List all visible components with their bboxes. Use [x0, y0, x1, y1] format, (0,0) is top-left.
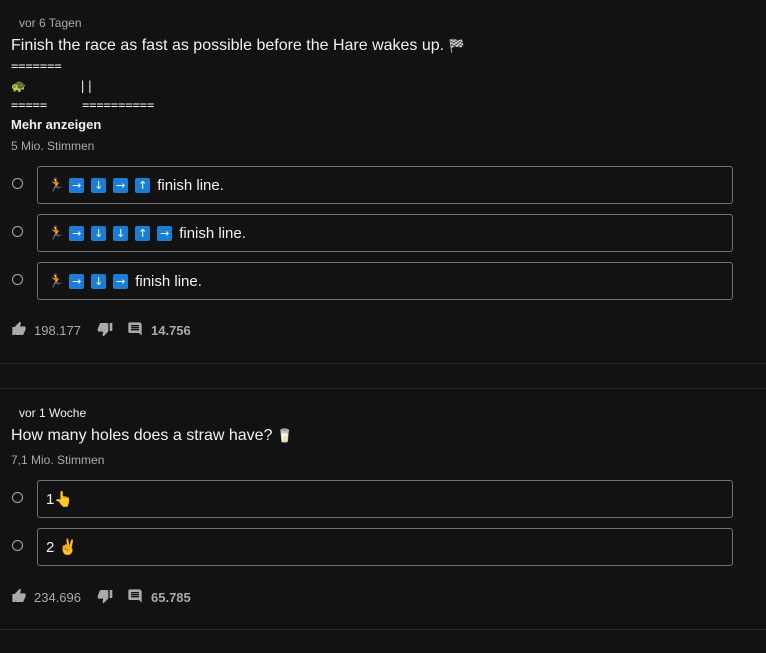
arrow-right-icon: → — [157, 225, 173, 241]
checkered-flag-icon: 🏁 — [448, 38, 465, 53]
poll-option[interactable]: 1👆 — [11, 480, 733, 518]
show-more-link[interactable]: Mehr anzeigen — [11, 117, 101, 132]
race-track-bottom-right: ========== — [82, 98, 155, 112]
post-title: How many holes does a straw have? 🥛 — [11, 427, 293, 445]
arrow-right-icon: → — [69, 225, 85, 241]
like-count: 198.177 — [34, 322, 81, 338]
poll-option-text: finish line. — [157, 176, 224, 194]
arrow-up-icon: ↑ — [135, 225, 151, 241]
thumb-down-icon[interactable] — [97, 321, 113, 340]
poll-option-text: 1👆 — [46, 491, 74, 508]
poll-option[interactable]: 🏃 → ↓ ↓ ↑ → finish line. — [11, 214, 733, 252]
runner-icon: 🏃 — [48, 225, 65, 240]
arrow-down-icon: ↓ — [91, 225, 107, 241]
poll-post: vor 6 Tagen Finish the race as fast as p… — [0, 0, 766, 362]
arrow-right-icon: → — [69, 273, 85, 289]
post-title-text: How many holes does a straw have? — [11, 427, 273, 444]
poll-option-box[interactable]: 1👆 — [37, 480, 733, 518]
poll-option-text: finish line. — [135, 272, 202, 290]
post-timestamp: vor 6 Tagen — [19, 16, 82, 30]
thumb-up-icon[interactable] — [11, 588, 27, 607]
tortoise-icon: 🐢 — [11, 79, 26, 93]
vote-count: 5 Mio. Stimmen — [11, 139, 95, 153]
poll-option-text: finish line. — [179, 224, 246, 242]
poll-option-box[interactable]: 🏃 → ↓ → finish line. — [37, 262, 733, 300]
poll-option[interactable]: 🏃 → ↓ → ↑ finish line. — [11, 166, 733, 204]
poll-option[interactable]: 🏃 → ↓ → finish line. — [11, 262, 733, 300]
race-track-bottom-left: ===== — [11, 98, 48, 112]
comment-count: 65.785 — [151, 589, 191, 605]
comment-icon[interactable] — [127, 321, 143, 340]
arrow-right-icon: → — [69, 177, 85, 193]
runner-icon: 🏃 — [48, 273, 65, 288]
radio-button[interactable] — [12, 274, 23, 285]
comment-count: 14.756 — [151, 322, 191, 338]
poll-option-box[interactable]: 🏃 → ↓ ↓ ↑ → finish line. — [37, 214, 733, 252]
poll-option-text: 2 ✌ — [46, 539, 78, 556]
poll-option-box[interactable]: 2 ✌ — [37, 528, 733, 566]
radio-button[interactable] — [12, 492, 23, 503]
arrow-down-icon: ↓ — [113, 225, 129, 241]
action-bar: 198.177 14.756 — [11, 321, 191, 339]
vote-count: 7,1 Mio. Stimmen — [11, 453, 105, 467]
cup-icon: 🥛 — [276, 428, 294, 443]
radio-button[interactable] — [12, 540, 23, 551]
comment-icon[interactable] — [127, 588, 143, 607]
race-finish-marker: || — [79, 79, 94, 93]
post-title-text: Finish the race as fast as possible befo… — [11, 37, 445, 54]
radio-button[interactable] — [12, 178, 23, 189]
post-title: Finish the race as fast as possible befo… — [11, 37, 465, 55]
radio-button[interactable] — [12, 226, 23, 237]
arrow-down-icon: ↓ — [91, 273, 107, 289]
poll-option[interactable]: 2 ✌ — [11, 528, 733, 566]
action-bar: 234.696 65.785 — [11, 588, 191, 606]
race-track-top: ======= — [11, 59, 62, 73]
arrow-down-icon: ↓ — [91, 177, 107, 193]
arrow-right-icon: → — [113, 177, 129, 193]
like-count: 234.696 — [34, 589, 81, 605]
post-timestamp: vor 1 Woche — [19, 406, 87, 420]
poll-post: vor 1 Woche How many holes does a straw … — [0, 389, 766, 629]
arrow-up-icon: ↑ — [135, 177, 151, 193]
divider — [0, 363, 766, 364]
arrow-right-icon: → — [113, 273, 129, 289]
runner-icon: 🏃 — [48, 177, 65, 192]
thumb-up-icon[interactable] — [11, 321, 27, 340]
divider — [0, 629, 766, 630]
thumb-down-icon[interactable] — [97, 588, 113, 607]
poll-option-box[interactable]: 🏃 → ↓ → ↑ finish line. — [37, 166, 733, 204]
